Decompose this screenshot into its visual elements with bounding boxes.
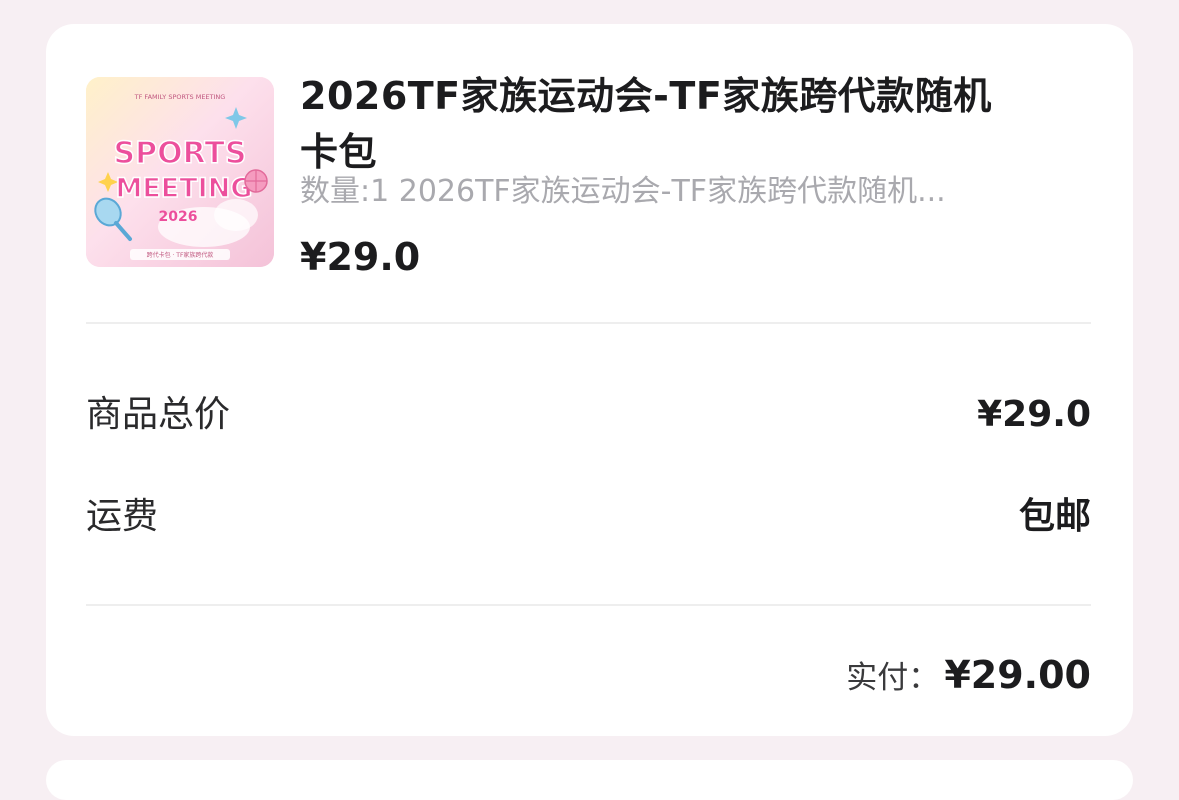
divider — [86, 604, 1091, 606]
ball-icon — [244, 169, 268, 193]
shipping-label: 运费 — [86, 496, 159, 537]
product-image-art: TF FAMILY SPORTS MEETING SPORTS MEETING … — [86, 77, 274, 267]
product-subtitle: 数量:1 2026TF家族运动会-TF家族跨代款随机... — [300, 174, 946, 209]
product-title[interactable]: 2026TF家族运动会-TF家族跨代款随机卡包 — [300, 68, 1020, 180]
goods-total-value: ¥29.0 — [977, 394, 1091, 435]
order-card: TF FAMILY SPORTS MEETING SPORTS MEETING … — [46, 24, 1133, 736]
product-price: ¥29.0 — [300, 235, 421, 279]
paid-total: 实付： ¥29.00 — [846, 650, 1091, 708]
thumb-year: 2026 — [159, 209, 198, 225]
thumb-top-text: TF FAMILY SPORTS MEETING — [134, 93, 226, 101]
next-card — [46, 760, 1133, 800]
thumb-line2: MEETING — [116, 173, 253, 204]
product-thumbnail[interactable]: TF FAMILY SPORTS MEETING SPORTS MEETING … — [86, 77, 274, 267]
thumb-line1: SPORTS — [114, 136, 247, 171]
paid-label: 实付： — [846, 660, 940, 696]
divider — [86, 322, 1091, 324]
paid-value: ¥29.00 — [944, 653, 1091, 697]
thumb-caption: 跨代卡包 · TF家族跨代款 — [147, 251, 214, 259]
goods-total-label: 商品总价 — [86, 394, 231, 435]
shipping-value: 包邮 — [1018, 496, 1091, 537]
